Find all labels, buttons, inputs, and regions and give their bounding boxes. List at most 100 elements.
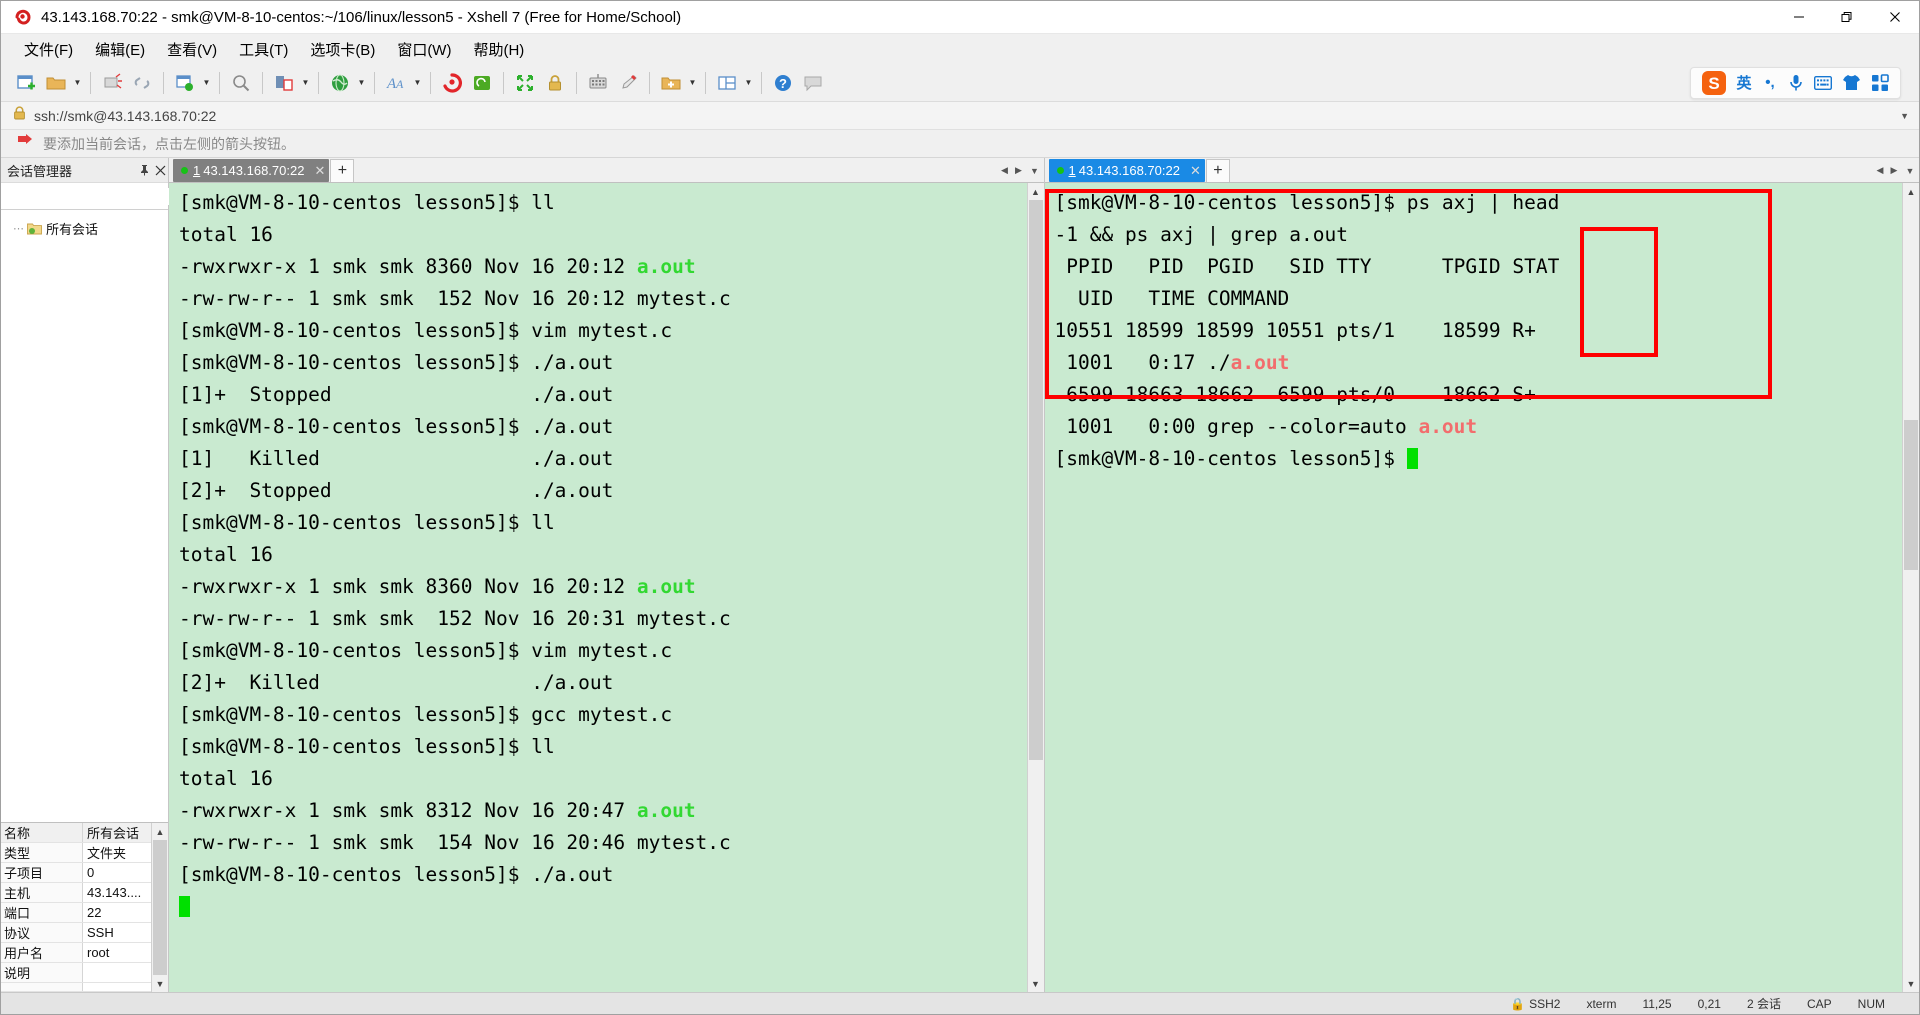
menu-edit[interactable]: 编辑(E) (86, 36, 154, 63)
scrollbar-thumb[interactable] (153, 840, 167, 975)
terminal-text: [smk@VM-8-10-centos lesson5]$ ll (179, 735, 555, 758)
address-url[interactable]: ssh://smk@43.143.168.70:22 (34, 108, 216, 124)
property-key: 协议 (1, 923, 83, 942)
property-key: 类型 (1, 843, 83, 862)
tab-list-menu-icon[interactable]: ▼ (1026, 159, 1044, 182)
connection-status-dot-icon (1056, 167, 1064, 174)
properties-scrollbar[interactable]: ▲ ▼ (151, 823, 168, 992)
tab-scroll-left-icon[interactable]: ◀ (998, 159, 1012, 182)
tab-close-icon[interactable]: ✕ (314, 163, 325, 179)
menu-view[interactable]: 查看(V) (158, 36, 226, 63)
add-folder-icon[interactable] (657, 69, 685, 97)
ime-soft-keyboard-icon[interactable] (1809, 69, 1837, 97)
chat-icon[interactable] (799, 69, 827, 97)
ime-voice-input-icon[interactable] (1783, 69, 1809, 97)
terminal-line: [smk@VM-8-10-centos lesson5]$ gcc mytest… (179, 699, 1027, 731)
ime-punctuation-toggle[interactable]: •, (1757, 69, 1783, 97)
sogou-red-icon[interactable] (438, 69, 466, 97)
folder-gear-icon (27, 222, 42, 235)
scrollbar-track[interactable] (1903, 200, 1919, 975)
find-icon[interactable] (227, 69, 255, 97)
restore-button[interactable] (1823, 1, 1871, 34)
open-folder-icon[interactable] (42, 69, 70, 97)
terminal-text: -1 && ps axj | grep a.out (1054, 223, 1349, 246)
red-arrow-icon (17, 134, 33, 153)
highlight-pen-icon[interactable] (614, 69, 642, 97)
status-encoding: 2 会话 (1746, 997, 1781, 1011)
menu-help[interactable]: 帮助(H) (464, 36, 533, 63)
layout-dropdown-caret[interactable]: ▼ (742, 69, 755, 97)
tab-scroll-right-icon[interactable]: ▶ (1012, 159, 1026, 182)
scroll-down-arrow-icon[interactable]: ▼ (1903, 975, 1919, 992)
font-dropdown-caret[interactable]: ▼ (411, 69, 424, 97)
sogou-logo-icon[interactable]: S (1697, 69, 1731, 97)
close-button[interactable] (1871, 1, 1919, 34)
ime-skin-icon[interactable] (1837, 69, 1866, 97)
tab-scroll-right-icon[interactable]: ▶ (1887, 159, 1901, 182)
notification-bar: 要添加当前会话，点击左侧的箭头按钮。 (1, 130, 1919, 158)
globe-dropdown-caret[interactable]: ▼ (355, 69, 368, 97)
ime-toolbox-icon[interactable] (1866, 69, 1894, 97)
tab-list-menu-icon[interactable]: ▼ (1901, 159, 1919, 182)
scroll-down-arrow-icon[interactable]: ▼ (1027, 975, 1044, 992)
green-sync-icon[interactable] (468, 69, 496, 97)
scroll-down-arrow-icon[interactable]: ▼ (152, 975, 168, 992)
file-transfer-icon[interactable] (270, 69, 298, 97)
font-icon[interactable]: A A (382, 69, 410, 97)
scrollbar-thumb[interactable] (1028, 200, 1043, 760)
terminal-line: -rwxrwxr-x 1 smk smk 8360 Nov 16 20:12 a… (179, 251, 1027, 283)
keyboard-icon[interactable] (584, 69, 612, 97)
session-search-row[interactable] (1, 183, 202, 210)
lock-icon[interactable] (541, 69, 569, 97)
left-terminal-output[interactable]: [smk@VM-8-10-centos lesson5]$ ll total 16… (169, 183, 1027, 992)
help-icon[interactable]: ? (769, 69, 797, 97)
right-terminal-output[interactable]: [smk@VM-8-10-centos lesson5]$ ps axj | h… (1044, 183, 1902, 992)
add-folder-dropdown-caret[interactable]: ▼ (686, 69, 699, 97)
terminal-text: [smk@VM-8-10-centos lesson5]$ vim mytest… (179, 319, 673, 342)
right-terminal-scrollbar[interactable]: ▲ ▼ (1902, 183, 1919, 992)
ime-lang-toggle[interactable]: 英 (1731, 69, 1757, 97)
menu-window[interactable]: 窗口(W) (388, 36, 460, 63)
reconnect-icon[interactable] (128, 69, 156, 97)
disconnect-icon[interactable] (98, 69, 126, 97)
terminal-highlight-text: a.out (636, 255, 696, 278)
globe-icon[interactable] (326, 69, 354, 97)
session-search-input[interactable] (5, 187, 185, 205)
layout-icon[interactable] (713, 69, 741, 97)
fullscreen-icon[interactable] (511, 69, 539, 97)
terminal-line: [1] Killed ./a.out (179, 443, 1027, 475)
open-folder-dropdown-caret[interactable]: ▼ (71, 69, 84, 97)
menu-tab[interactable]: 选项卡(B) (301, 36, 384, 63)
tab-index: 1 (193, 163, 201, 178)
scroll-up-arrow-icon[interactable]: ▲ (1027, 183, 1044, 200)
new-session-icon[interactable] (12, 69, 40, 97)
session-properties-icon[interactable] (171, 69, 199, 97)
new-tab-button[interactable]: + (330, 159, 355, 182)
minimize-button[interactable] (1775, 1, 1823, 34)
menu-file[interactable]: 文件(F) (15, 36, 82, 63)
terminal-text: total 16 (179, 767, 273, 790)
terminal-text: [smk@VM-8-10-centos lesson5]$ vim mytest… (179, 639, 673, 662)
tree-item-all-sessions[interactable]: ⋯ 所有会话 (1, 218, 168, 239)
right-tab-session-1[interactable]: 1 43.143.168.70:22 ✕ (1048, 159, 1205, 182)
terminal-text: -rw-rw-r-- 1 smk smk 152 Nov 16 20:12 my… (179, 287, 731, 310)
left-terminal-scrollbar[interactable]: ▲ ▼ (1026, 183, 1044, 992)
scrollbar-track[interactable] (1027, 200, 1044, 975)
scroll-up-arrow-icon[interactable]: ▲ (1903, 183, 1919, 200)
file-transfer-dropdown-caret[interactable]: ▼ (299, 69, 312, 97)
menu-tools[interactable]: 工具(T) (230, 36, 297, 63)
session-manager-title: 会话管理器 (7, 163, 73, 179)
scrollbar-thumb[interactable] (1904, 420, 1918, 570)
property-value: SSH (87, 925, 114, 940)
property-row: 端口 22 (1, 903, 151, 923)
address-dropdown-caret[interactable]: ▼ (216, 111, 1919, 121)
session-properties-dropdown-caret[interactable]: ▼ (200, 69, 213, 97)
tab-scroll-left-icon[interactable]: ◀ (1873, 159, 1887, 182)
scroll-up-arrow-icon[interactable]: ▲ (152, 823, 168, 840)
left-tab-session-1[interactable]: 1 43.143.168.70:22 ✕ (173, 159, 330, 182)
session-manager-close-icon[interactable] (152, 160, 168, 180)
tab-close-icon[interactable]: ✕ (1190, 163, 1201, 179)
pin-icon[interactable] (136, 160, 152, 180)
new-tab-button[interactable]: + (1205, 159, 1230, 182)
address-bar[interactable]: ssh://smk@43.143.168.70:22 ▼ (1, 102, 1919, 130)
